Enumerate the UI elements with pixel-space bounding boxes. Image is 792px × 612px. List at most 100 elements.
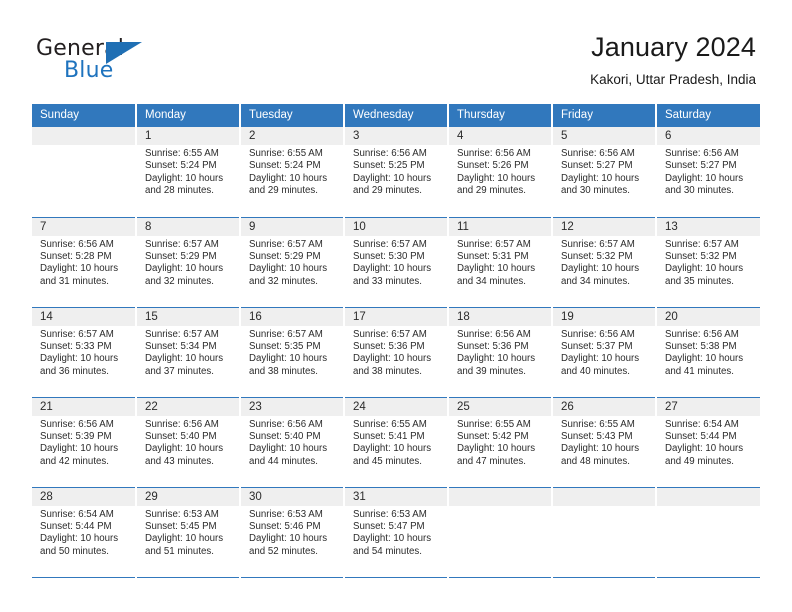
sunrise-time: Sunrise: 6:55 AM — [249, 148, 323, 159]
calendar-day-cell[interactable]: 26 Sunrise: 6:55 AM Sunset: 5:43 PM Dayligh… — [552, 397, 657, 488]
daylight-duration-line2: and 29 minutes. — [249, 185, 318, 197]
day-cell-content: 30 Sunrise: 6:53 AM Sunset: 5:46 PM Dayligh… — [241, 487, 343, 577]
calendar-day-cell[interactable]: 11 Sunrise: 6:57 AM Sunset: 5:31 PM Dayligh… — [448, 217, 553, 308]
day-number: 11 — [449, 217, 551, 236]
calendar-day-cell[interactable]: 28 Sunrise: 6:54 AM Sunset: 5:44 PM Dayligh… — [32, 487, 137, 578]
sunrise-time: Sunrise: 6:57 AM — [457, 238, 531, 250]
calendar-day-cell[interactable]: 22 Sunrise: 6:56 AM Sunset: 5:40 PM Dayligh… — [136, 397, 241, 488]
daylight-duration-line1: Daylight: 10 hours — [40, 533, 119, 545]
daylight-duration-line2: and 41 minutes. — [665, 365, 734, 377]
calendar-week-row: 1 Sunrise: 6:55 AM Sunset: 5:24 PM Daylight… — [32, 127, 760, 218]
day-number: 15 — [137, 307, 239, 326]
daylight-duration-line1: Daylight: 10 hours — [249, 172, 328, 184]
daylight-duration-line1: Daylight: 10 hours — [457, 172, 536, 184]
calendar-day-cell[interactable]: 18 Sunrise: 6:56 AM Sunset: 5:36 PM Dayligh… — [448, 307, 553, 398]
day-sun-info — [32, 145, 135, 148]
calendar-day-cell[interactable]: 27 Sunrise: 6:54 AM Sunset: 5:44 PM Dayligh… — [656, 397, 760, 488]
calendar-day-cell[interactable]: 3 Sunrise: 6:56 AM Sunset: 5:25 PM Daylight… — [344, 127, 449, 218]
day-number: 12 — [553, 217, 655, 236]
day-cell-content: 29 Sunrise: 6:53 AM Sunset: 5:45 PM Dayligh… — [137, 487, 239, 577]
calendar-day-cell-empty — [32, 127, 137, 218]
day-cell-content: 15 Sunrise: 6:57 AM Sunset: 5:34 PM Dayligh… — [137, 307, 239, 397]
daylight-duration-line2: and 38 minutes. — [249, 365, 318, 377]
daylight-duration-line2: and 33 minutes. — [353, 275, 422, 287]
sunset-time: Sunset: 5:37 PM — [561, 340, 633, 352]
calendar-day-cell[interactable]: 21 Sunrise: 6:56 AM Sunset: 5:39 PM Dayligh… — [32, 397, 137, 488]
calendar-day-cell[interactable]: 15 Sunrise: 6:57 AM Sunset: 5:34 PM Dayligh… — [136, 307, 241, 398]
sunset-time: Sunset: 5:33 PM — [40, 340, 112, 352]
day-cell-content: 31 Sunrise: 6:53 AM Sunset: 5:47 PM Dayligh… — [345, 487, 447, 577]
day-sun-info: Sunrise: 6:57 AM Sunset: 5:32 PM Daylight:… — [657, 236, 760, 289]
sunset-time: Sunset: 5:41 PM — [353, 430, 425, 442]
calendar-day-cell[interactable]: 4 Sunrise: 6:56 AM Sunset: 5:26 PM Daylight… — [448, 127, 553, 218]
day-sun-info: Sunrise: 6:53 AM Sunset: 5:45 PM Daylight:… — [137, 506, 239, 559]
calendar-body: 1 Sunrise: 6:55 AM Sunset: 5:24 PM Daylight… — [32, 127, 760, 578]
weekday-header-tuesday: Tuesday — [240, 104, 345, 127]
sunrise-time: Sunrise: 6:53 AM — [145, 508, 219, 520]
calendar-day-cell[interactable]: 10 Sunrise: 6:57 AM Sunset: 5:30 PM Dayligh… — [344, 217, 449, 308]
day-number: 17 — [345, 307, 447, 326]
daylight-duration-line1: Daylight: 10 hours — [665, 263, 744, 275]
calendar-day-cell[interactable]: 14 Sunrise: 6:57 AM Sunset: 5:33 PM Dayligh… — [32, 307, 137, 398]
calendar-day-cell[interactable]: 30 Sunrise: 6:53 AM Sunset: 5:46 PM Dayligh… — [240, 487, 345, 578]
daylight-duration-line2: and 32 minutes. — [145, 275, 214, 287]
calendar-day-cell[interactable]: 2 Sunrise: 6:55 AM Sunset: 5:24 PM Daylight… — [240, 127, 345, 218]
day-cell-content: 26 Sunrise: 6:55 AM Sunset: 5:43 PM Dayligh… — [553, 397, 655, 487]
day-sun-info: Sunrise: 6:57 AM Sunset: 5:34 PM Daylight:… — [137, 326, 239, 379]
calendar-day-cell[interactable]: 29 Sunrise: 6:53 AM Sunset: 5:45 PM Dayligh… — [136, 487, 241, 578]
day-number: 23 — [241, 397, 343, 416]
calendar-day-cell[interactable]: 9 Sunrise: 6:57 AM Sunset: 5:29 PM Daylight… — [240, 217, 345, 308]
daylight-duration-line1: Daylight: 10 hours — [665, 443, 744, 455]
day-cell-content: 22 Sunrise: 6:56 AM Sunset: 5:40 PM Dayligh… — [137, 397, 239, 487]
sunset-time: Sunset: 5:26 PM — [457, 160, 529, 172]
calendar-day-cell[interactable]: 31 Sunrise: 6:53 AM Sunset: 5:47 PM Dayligh… — [344, 487, 449, 578]
sunset-time: Sunset: 5:38 PM — [665, 340, 737, 352]
day-cell-content: 23 Sunrise: 6:56 AM Sunset: 5:40 PM Dayligh… — [241, 397, 343, 487]
calendar-day-cell[interactable]: 16 Sunrise: 6:57 AM Sunset: 5:35 PM Dayligh… — [240, 307, 345, 398]
sunrise-time: Sunrise: 6:57 AM — [145, 238, 219, 250]
day-number: 28 — [32, 487, 135, 506]
day-cell-content: 25 Sunrise: 6:55 AM Sunset: 5:42 PM Dayligh… — [449, 397, 551, 487]
day-sun-info: Sunrise: 6:56 AM Sunset: 5:28 PM Daylight:… — [32, 236, 135, 289]
calendar-day-cell[interactable]: 8 Sunrise: 6:57 AM Sunset: 5:29 PM Daylight… — [136, 217, 241, 308]
calendar-day-cell[interactable]: 17 Sunrise: 6:57 AM Sunset: 5:36 PM Dayligh… — [344, 307, 449, 398]
calendar-day-cell[interactable]: 12 Sunrise: 6:57 AM Sunset: 5:32 PM Dayligh… — [552, 217, 657, 308]
daylight-duration-line1: Daylight: 10 hours — [249, 263, 328, 275]
general-blue-logo[interactable]: General Blue — [36, 36, 196, 88]
calendar-day-cell[interactable]: 23 Sunrise: 6:56 AM Sunset: 5:40 PM Dayligh… — [240, 397, 345, 488]
sunset-time: Sunset: 5:32 PM — [665, 250, 737, 262]
calendar-day-cell[interactable]: 25 Sunrise: 6:55 AM Sunset: 5:42 PM Dayligh… — [448, 397, 553, 488]
calendar-day-cell[interactable]: 5 Sunrise: 6:56 AM Sunset: 5:27 PM Daylight… — [552, 127, 657, 218]
day-sun-info: Sunrise: 6:53 AM Sunset: 5:47 PM Daylight:… — [345, 506, 447, 559]
day-number: 5 — [553, 127, 655, 145]
calendar-day-cell[interactable]: 19 Sunrise: 6:56 AM Sunset: 5:37 PM Dayligh… — [552, 307, 657, 398]
sunset-time: Sunset: 5:27 PM — [665, 160, 737, 172]
sunrise-time: Sunrise: 6:57 AM — [665, 238, 739, 250]
day-number: 25 — [449, 397, 551, 416]
calendar-day-cell[interactable]: 20 Sunrise: 6:56 AM Sunset: 5:38 PM Dayligh… — [656, 307, 760, 398]
day-number: 13 — [657, 217, 760, 236]
calendar-day-cell[interactable]: 7 Sunrise: 6:56 AM Sunset: 5:28 PM Daylight… — [32, 217, 137, 308]
sunrise-time: Sunrise: 6:55 AM — [457, 418, 531, 430]
calendar-day-cell[interactable]: 1 Sunrise: 6:55 AM Sunset: 5:24 PM Daylight… — [136, 127, 241, 218]
day-sun-info: Sunrise: 6:56 AM Sunset: 5:27 PM Daylight:… — [657, 145, 760, 198]
day-number: 7 — [32, 217, 135, 236]
daylight-duration-line1: Daylight: 10 hours — [145, 533, 224, 545]
calendar-day-cell[interactable]: 6 Sunrise: 6:56 AM Sunset: 5:27 PM Daylight… — [656, 127, 760, 218]
calendar-page: General Blue January 2024 Kakori, Uttar … — [0, 0, 792, 612]
calendar-day-cell[interactable]: 24 Sunrise: 6:55 AM Sunset: 5:41 PM Dayligh… — [344, 397, 449, 488]
day-sun-info: Sunrise: 6:57 AM Sunset: 5:29 PM Daylight:… — [241, 236, 343, 289]
weekday-header-thursday: Thursday — [448, 104, 553, 127]
daylight-duration-line2: and 30 minutes. — [665, 185, 734, 197]
calendar-day-cell[interactable]: 13 Sunrise: 6:57 AM Sunset: 5:32 PM Dayligh… — [656, 217, 760, 308]
sunrise-time: Sunrise: 6:54 AM — [40, 508, 114, 520]
sunset-time: Sunset: 5:25 PM — [353, 160, 425, 172]
sunset-time: Sunset: 5:29 PM — [249, 250, 321, 262]
daylight-duration-line2: and 47 minutes. — [457, 455, 526, 467]
daylight-duration-line2: and 29 minutes. — [353, 185, 422, 197]
day-cell-content: 3 Sunrise: 6:56 AM Sunset: 5:25 PM Daylight… — [345, 127, 447, 216]
day-sun-info: Sunrise: 6:56 AM Sunset: 5:40 PM Daylight:… — [137, 416, 239, 469]
day-sun-info: Sunrise: 6:57 AM Sunset: 5:32 PM Daylight:… — [553, 236, 655, 289]
daylight-duration-line2: and 40 minutes. — [561, 365, 630, 377]
day-number: 8 — [137, 217, 239, 236]
